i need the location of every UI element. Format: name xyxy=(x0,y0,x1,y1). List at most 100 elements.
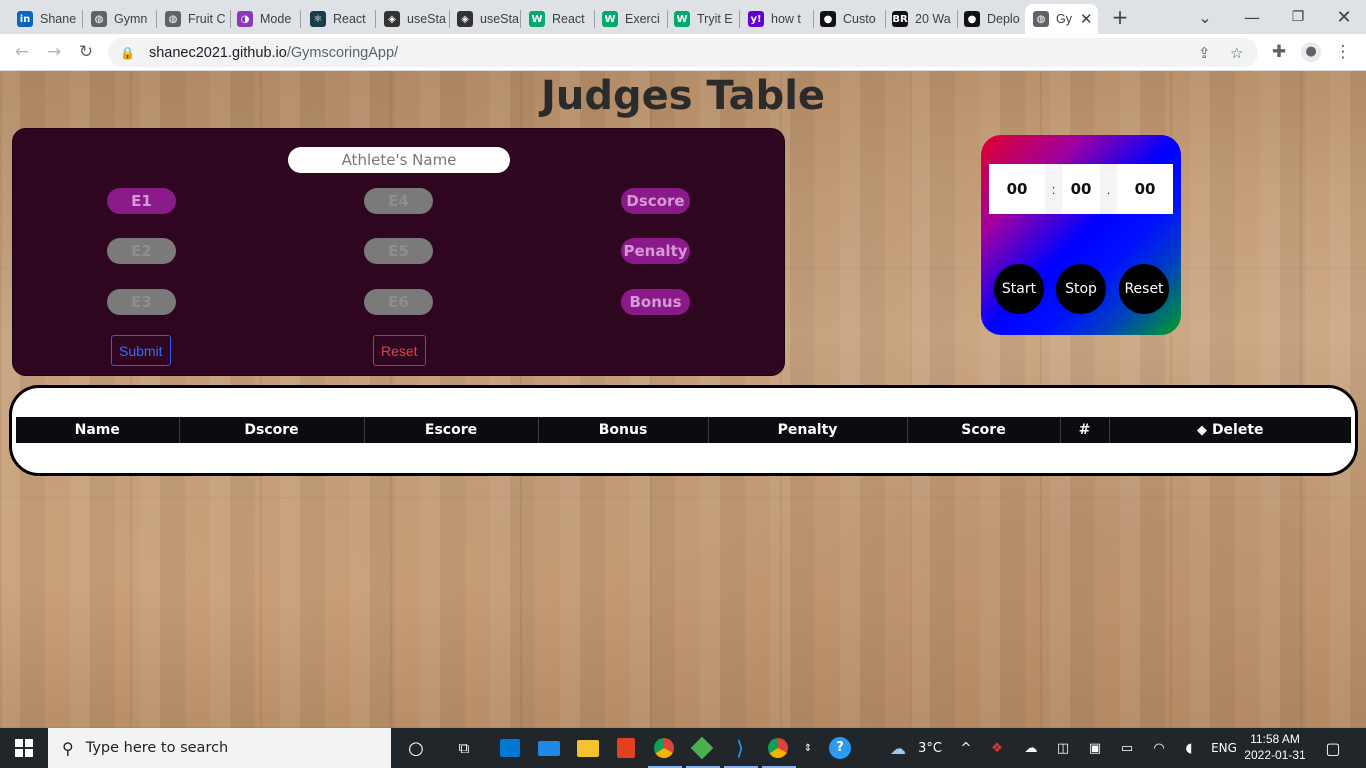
reload-button[interactable]: ↻ xyxy=(73,39,99,65)
tab-title: useSta xyxy=(480,12,519,26)
dropbox-icon[interactable]: ❖ xyxy=(986,728,1008,768)
reset-timer-button[interactable]: Reset xyxy=(1119,264,1169,314)
browser-tab[interactable]: ◈ useSta xyxy=(376,4,448,34)
address-bar[interactable]: 🔒 shanec2021.github.io/GymscoringApp/ ⇪ … xyxy=(108,38,1258,67)
start-button-windows[interactable] xyxy=(0,728,48,768)
browser-tab[interactable]: W Exerci xyxy=(594,4,666,34)
stop-button[interactable]: Stop xyxy=(1056,264,1106,314)
column-header-name: Name xyxy=(16,417,180,443)
minimize-icon: — xyxy=(1244,7,1260,27)
results-table-container: Name Dscore Escore Bonus Penalty Score #… xyxy=(9,385,1358,476)
url-host: shanec2021.github.io xyxy=(148,44,287,61)
column-header-dscore: Dscore xyxy=(179,417,365,443)
browser-tab[interactable]: ◍ Gy ✕ xyxy=(1025,4,1098,34)
task-view-icon[interactable]: ⧉ xyxy=(450,734,478,762)
e2-input[interactable] xyxy=(107,238,176,264)
share-icon[interactable]: ⇪ xyxy=(1198,38,1211,67)
browser-tab[interactable]: W Tryit E xyxy=(666,4,738,34)
browser-tab[interactable]: ◑ Mode xyxy=(229,4,299,34)
github-icon: ● xyxy=(820,11,836,27)
e3-input[interactable] xyxy=(107,289,176,315)
browser-tab[interactable]: ● Deplo xyxy=(956,4,1024,34)
tab-title: Shane xyxy=(40,12,77,26)
column-header-escore: Escore xyxy=(364,417,539,443)
cortana-icon[interactable]: ○ xyxy=(402,734,430,762)
browser-tab[interactable]: W React xyxy=(521,4,593,34)
time-display: 00 : 00 . 00 xyxy=(989,164,1173,214)
onedrive-icon[interactable]: ☁ xyxy=(1020,728,1042,768)
taskbar-search-placeholder: Type here to search xyxy=(85,740,229,756)
browser-tab[interactable]: y! how t xyxy=(740,4,812,34)
forward-button[interactable]: → xyxy=(41,39,67,65)
browser-tab[interactable]: ◍ Fruit C xyxy=(157,4,229,34)
extensions-button[interactable]: ✚ xyxy=(1266,39,1292,65)
e6-input[interactable] xyxy=(364,289,433,315)
judges-form-panel: Submit Reset xyxy=(12,128,785,376)
taskbar-clock[interactable]: 11:58 AM 2022-01-31 xyxy=(1244,731,1306,763)
purple-circle-icon: ◑ xyxy=(237,11,253,27)
notifications-icon[interactable]: ▢ xyxy=(1318,728,1348,768)
menu-button[interactable]: ⋮ xyxy=(1330,39,1356,65)
star-icon[interactable]: ☆ xyxy=(1230,38,1243,67)
url-path: /GymscoringApp/ xyxy=(286,44,399,61)
browser-tab[interactable]: ◍ Gymn xyxy=(83,4,155,34)
submit-button[interactable]: Submit xyxy=(111,335,171,366)
table-header-row: Name Dscore Escore Bonus Penalty Score #… xyxy=(16,417,1351,443)
mail-icon[interactable] xyxy=(535,734,563,762)
store-icon[interactable] xyxy=(496,734,524,762)
browser-toolbar: ← → ↻ 🔒 shanec2021.github.io/GymscoringA… xyxy=(0,34,1366,71)
bonus-input[interactable] xyxy=(621,289,690,315)
language-indicator[interactable]: ENG xyxy=(1206,728,1242,768)
minimize-button[interactable]: — xyxy=(1232,0,1272,34)
seconds-value: 00 xyxy=(1070,180,1092,198)
help-icon[interactable]: ? xyxy=(826,728,854,768)
globe-icon: ◍ xyxy=(91,11,107,27)
chrome-icon[interactable] xyxy=(650,734,678,762)
browser-tab[interactable]: ⚛ React xyxy=(302,4,374,34)
chrome-profile-icon[interactable] xyxy=(764,734,792,762)
wifi-icon[interactable]: ◠ xyxy=(1148,728,1170,768)
git-icon[interactable] xyxy=(688,734,716,762)
start-button[interactable]: Start xyxy=(994,264,1044,314)
taskbar-search[interactable]: ⚲ Type here to search xyxy=(48,728,391,768)
scroll-arrows-icon[interactable]: ⇕ xyxy=(800,728,816,768)
camera-icon[interactable]: ◫ xyxy=(1052,728,1074,768)
close-window-button[interactable]: ✕ xyxy=(1324,0,1364,34)
office-icon[interactable] xyxy=(612,734,640,762)
reset-form-button[interactable]: Reset xyxy=(373,335,426,366)
close-tab-icon[interactable]: ✕ xyxy=(1080,10,1093,28)
weather-temp[interactable]: 3°C xyxy=(912,728,948,768)
dscore-input[interactable] xyxy=(621,188,690,214)
new-tab-button[interactable]: + xyxy=(1106,0,1134,34)
penalty-input[interactable] xyxy=(621,238,690,264)
column-header-score: Score xyxy=(907,417,1061,443)
time-separator: . xyxy=(1106,181,1111,197)
battery-icon[interactable]: ▭ xyxy=(1116,728,1138,768)
weather-icon[interactable]: ☁ xyxy=(884,728,912,768)
restore-button[interactable]: ❐ xyxy=(1278,0,1318,34)
column-header-bonus: Bonus xyxy=(538,417,709,443)
e5-input[interactable] xyxy=(364,238,433,264)
globe-icon: ◍ xyxy=(165,11,181,27)
e1-input[interactable] xyxy=(107,188,176,214)
browser-tab[interactable]: BR 20 Wa xyxy=(884,4,956,34)
tab-search-button[interactable]: ⌄ xyxy=(1190,0,1220,34)
codesandbox-icon: ◈ xyxy=(384,11,400,27)
browser-tab[interactable]: ◈ useSta xyxy=(449,4,519,34)
tab-title: Exerci xyxy=(625,12,660,26)
tab-separator xyxy=(300,10,301,28)
profile-button[interactable]: ● xyxy=(1298,39,1324,65)
back-button[interactable]: ← xyxy=(9,39,35,65)
chevron-up-icon[interactable]: ^ xyxy=(955,728,977,768)
volume-icon[interactable]: ◖ xyxy=(1178,728,1200,768)
athlete-name-input[interactable] xyxy=(288,147,510,173)
display-icon[interactable]: ▣ xyxy=(1084,728,1106,768)
windows-logo-icon xyxy=(15,739,33,757)
tab-title: Tryit E xyxy=(697,12,733,26)
browser-tab[interactable]: ● Custo xyxy=(812,4,884,34)
arrow-left-icon: ← xyxy=(14,42,30,62)
e4-input[interactable] xyxy=(364,188,433,214)
browser-tab[interactable]: in Shane xyxy=(9,4,81,34)
file-explorer-icon[interactable] xyxy=(574,734,602,762)
vscode-icon[interactable]: ⟩ xyxy=(726,734,754,762)
